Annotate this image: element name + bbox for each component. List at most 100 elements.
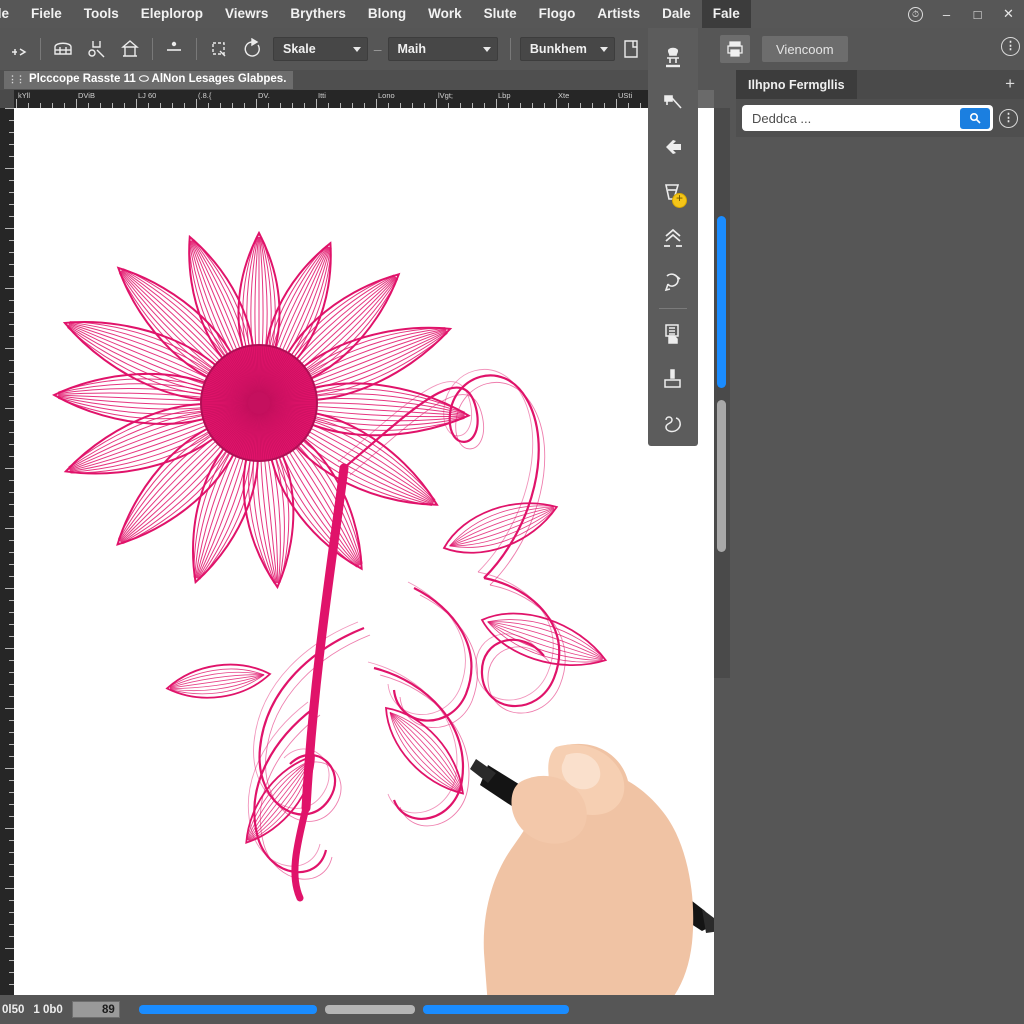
layers-stack-icon[interactable] xyxy=(651,312,695,357)
ruler-tick xyxy=(5,708,14,709)
bunkhem-dropdown[interactable]: Bunkhem xyxy=(519,37,615,61)
menu-item-0[interactable]: lle xyxy=(0,0,20,28)
bucket-tool-icon[interactable] xyxy=(651,170,695,215)
ruler-tick xyxy=(616,99,617,108)
hand-point-tool-icon[interactable] xyxy=(651,126,695,171)
menu-item-8[interactable]: Slute xyxy=(473,0,528,28)
menu-item-2[interactable]: Tools xyxy=(73,0,130,28)
search-info-button[interactable]: ⋮ xyxy=(999,108,1018,128)
menu-item-1[interactable]: Fiele xyxy=(20,0,73,28)
menu-item-9[interactable]: Flogo xyxy=(528,0,587,28)
status-bar: 0l50 1 0b0 89 xyxy=(0,995,730,1024)
ruler-tick xyxy=(5,408,14,409)
panel-search-row: Deddca ... ⋮ xyxy=(736,99,1024,137)
menu-item-5[interactable]: Brythers xyxy=(279,0,357,28)
search-icon[interactable] xyxy=(960,107,990,129)
ruler-tick xyxy=(5,648,14,649)
ruler-tick xyxy=(436,99,437,108)
ruler-tick xyxy=(376,99,377,108)
ruler-tick xyxy=(5,888,14,889)
help-circle-icon[interactable]: ⏱ xyxy=(900,0,931,28)
info-icon: ⋮ xyxy=(999,108,1018,128)
minimize-button[interactable]: – xyxy=(931,0,962,28)
drawing-canvas[interactable]: Ailum xyxy=(14,108,714,995)
ruler-label: LJ 60 xyxy=(138,91,157,100)
lasso-tool-icon[interactable] xyxy=(651,260,695,305)
maximize-button[interactable]: □ xyxy=(962,0,993,28)
close-button[interactable]: ✕ xyxy=(993,0,1024,28)
ruler-tick xyxy=(5,948,14,949)
vertical-ruler[interactable] xyxy=(0,108,14,995)
viencoom-button[interactable]: Viencoom xyxy=(762,36,848,62)
ruler-label: lVgt; xyxy=(438,91,454,100)
pen-nib-tool-icon[interactable] xyxy=(651,401,695,446)
ruler-label: Xte xyxy=(558,91,570,100)
scrollbar-segment-3[interactable] xyxy=(422,1005,569,1014)
node-edit-icon[interactable] xyxy=(80,32,113,66)
chevron-down-icon xyxy=(482,46,491,52)
page-icon[interactable] xyxy=(615,32,648,66)
flower-leaf xyxy=(165,663,272,699)
ruler-tick xyxy=(496,99,497,108)
toolbar-separator-3 xyxy=(196,38,198,60)
menu-item-10[interactable]: Artists xyxy=(586,0,651,28)
scrollbar-segment-1[interactable] xyxy=(138,1005,317,1014)
topbar-info-button[interactable]: ⋮ xyxy=(1001,37,1020,56)
panel-tab-formgllis[interactable]: Ilhpno Fermgllis xyxy=(736,70,857,99)
ruler-tick xyxy=(76,99,77,108)
match-dropdown-value: Maih xyxy=(397,42,426,56)
menu-item-12[interactable]: Fale xyxy=(701,0,751,28)
faucet-tool-icon[interactable] xyxy=(651,81,695,126)
flower-leaf xyxy=(442,502,559,554)
tool-badge xyxy=(672,191,687,209)
eraser-tool-icon[interactable] xyxy=(651,356,695,401)
horizontal-ruler[interactable]: kYll DViB LJ 60 (.8.{DV. Itti Lono lVgt; Lbp Xte… xyxy=(0,90,648,108)
menu-item-6[interactable]: Blong xyxy=(357,0,417,28)
rotate-shape-icon[interactable] xyxy=(236,32,269,66)
scrollbar-thumb-primary[interactable] xyxy=(717,216,726,388)
basket-icon[interactable] xyxy=(46,32,79,66)
ruler-tick xyxy=(5,768,14,769)
menu-item-3[interactable]: Eleplorop xyxy=(130,0,214,28)
add-tab-button[interactable]: + xyxy=(1005,75,1015,92)
status-left-text: 0l50 xyxy=(2,1003,25,1016)
ruler-tick xyxy=(5,348,14,349)
stamp-tool-icon[interactable] xyxy=(651,36,695,81)
scale-dropdown[interactable]: Skale xyxy=(273,37,368,61)
ruler-tick xyxy=(136,99,137,108)
zoom-level-field[interactable]: 89 xyxy=(71,1001,120,1018)
menu-item-4[interactable]: Viewrs xyxy=(214,0,279,28)
ruler-tick xyxy=(316,99,317,108)
align-up-tool-icon[interactable] xyxy=(651,215,695,260)
ruler-tick xyxy=(556,99,557,108)
match-dropdown[interactable]: Maih xyxy=(387,37,498,61)
scrollbar-segment-2[interactable] xyxy=(324,1005,415,1014)
hand-with-stylus-illustration: Ailum xyxy=(470,743,714,995)
menu-item-7[interactable]: Work xyxy=(417,0,473,28)
divide-icon[interactable] xyxy=(158,32,191,66)
search-input[interactable]: Deddca ... xyxy=(742,105,993,131)
ruler-label: Lono xyxy=(378,91,395,100)
flower-leaf xyxy=(245,754,315,844)
ruler-tick xyxy=(16,99,17,108)
info-pill[interactable]: ⋮⋮ Plcccope Rasste 11 ⬭ AlNon Lesages Gl… xyxy=(4,71,294,89)
pillar-icon[interactable] xyxy=(113,32,146,66)
ruler-corner[interactable] xyxy=(0,90,14,108)
ruler-tick xyxy=(256,99,257,108)
select-shape-icon[interactable] xyxy=(202,32,235,66)
application-window: lle Fiele Tools Eleplorop Viewrs Bryther… xyxy=(0,0,1024,1024)
horizontal-scrollbar[interactable] xyxy=(138,1005,569,1014)
scrollbar-thumb-secondary[interactable] xyxy=(717,400,726,552)
grip-icon: ⋮⋮ xyxy=(8,74,25,84)
chevron-down-icon xyxy=(599,46,608,52)
printer-icon[interactable] xyxy=(720,35,750,63)
scale-dropdown-value: Skale xyxy=(283,42,316,56)
cursor-tool-icon[interactable] xyxy=(2,32,35,66)
info-icon: ⋮ xyxy=(1001,37,1020,56)
vertical-scrollbar[interactable] xyxy=(714,108,730,678)
menu-item-11[interactable]: Dale xyxy=(651,0,702,28)
main-toolbar: Skale – Maih Bunkhem xyxy=(0,28,648,70)
ruler-label: (.8.{ xyxy=(198,91,212,100)
help-glyph: ⏱ xyxy=(908,6,923,22)
ruler-label: Lbp xyxy=(498,91,511,100)
